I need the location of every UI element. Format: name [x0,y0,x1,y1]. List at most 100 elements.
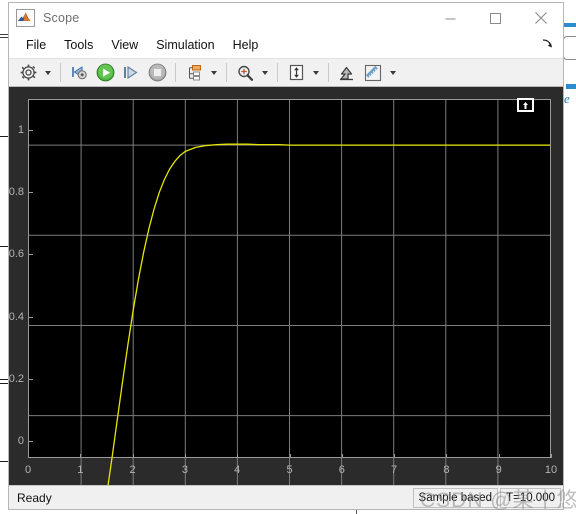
y-axis-tick-mark [29,130,33,132]
signal-selection-caret[interactable] [207,60,221,85]
zoom-in-icon [238,65,254,81]
background-line [0,37,8,38]
legend-button[interactable] [334,60,360,85]
scope-display[interactable]: 0 1 2 3 4 5 6 7 8 9 10 0 0.2 0.4 0.6 0.8 1 [9,87,563,485]
signal-plot [29,100,550,485]
toolbar-separator [226,63,227,82]
signal-selection-button[interactable] [181,60,207,85]
title-bar: Scope [9,3,563,33]
measurements-button[interactable] [360,60,386,85]
x-axis-tick-label: 2 [129,464,136,476]
toolbar-separator [328,63,329,82]
undock-arrow-icon[interactable] [541,37,555,51]
cursor-arrow-icon [522,101,528,109]
scope-window: Scope File Tools View Simulation Help 0 … [8,2,564,510]
y-axis-tick-label: 0.8 [9,186,24,199]
plot-axes[interactable] [28,99,551,458]
menu-file[interactable]: File [17,35,55,55]
maximize-button[interactable] [473,3,518,33]
matlab-scope-icon [16,9,35,27]
step-forward-icon [124,65,138,80]
autoscale-icon [289,64,303,81]
chevron-down-icon [313,70,319,75]
background-line [0,34,8,35]
status-sample-mode: Sample based [412,488,499,508]
x-axis-tick-mark [394,454,396,458]
status-state: Ready [17,490,52,505]
y-axis-tick-label: 0.6 [9,248,24,261]
signal-hierarchy-icon [189,65,201,81]
y-axis-tick-mark [29,440,33,442]
x-axis-tick-mark [184,454,186,458]
y-axis-tick-label: 0 [17,434,24,447]
scope-cursor-marker[interactable] [516,98,534,112]
y-axis-tick-mark [29,254,33,256]
status-bar: Ready Sample based T=10.000 [9,485,563,509]
y-axis-tick-label: 0.2 [9,372,24,385]
y-axis-tick-mark [29,378,33,380]
toolbar-separator [60,63,61,82]
run-button[interactable] [92,60,118,85]
stop-button[interactable] [144,60,170,85]
x-axis-tick-mark [80,454,82,458]
simulate-stepping-options-button[interactable] [66,60,92,85]
legend-icon [340,66,353,80]
autoscale-caret[interactable] [309,60,323,85]
background-rounded-rect [563,36,576,60]
chevron-down-icon [262,70,268,75]
step-forward-button[interactable] [118,60,144,85]
screenshot-root: e Scope File Tools View Simulation Help … [0,0,576,514]
menu-help[interactable]: Help [224,35,268,55]
background-blue-strip-mid [566,84,576,89]
x-axis-tick-label: 3 [181,464,188,476]
x-axis-tick-mark [498,454,500,458]
status-right-group: Sample based T=10.000 [411,488,561,508]
menu-view[interactable]: View [102,35,147,55]
status-time: T=10.000 [500,488,561,508]
configuration-properties-caret[interactable] [41,60,55,85]
x-axis-tick-mark [28,454,29,458]
play-icon [96,63,114,82]
configuration-properties-button[interactable] [15,60,41,85]
x-axis-tick-mark [446,454,448,458]
x-axis-tick-label: 1 [77,464,84,476]
zoom-button[interactable] [232,60,258,85]
toolbar-separator [175,63,176,82]
x-axis-tick-label: 4 [234,464,241,476]
chevron-down-icon [390,70,396,75]
x-axis-tick-label: 10 [544,464,558,476]
x-axis-tick-label: 9 [495,464,502,476]
menu-bar: File Tools View Simulation Help [9,33,563,58]
x-axis-tick-label: 5 [286,464,293,476]
chevron-down-icon [45,70,51,75]
chevron-down-icon [211,70,217,75]
y-axis-tick-label: 1 [17,124,24,137]
x-axis-tick-mark [341,454,343,458]
autoscale-button[interactable] [283,60,309,85]
x-axis-tick-mark [289,454,291,458]
gear-icon [20,64,36,81]
y-axis-tick-mark [29,316,33,318]
close-button[interactable] [518,3,563,33]
stop-icon [148,63,166,82]
minimize-button[interactable] [428,3,473,33]
x-axis-tick-label: 7 [391,464,398,476]
step-back-to-start-icon [72,66,87,80]
toolbar [9,58,563,87]
y-axis-tick-mark [29,192,33,194]
menu-simulation[interactable]: Simulation [147,35,223,55]
toolbar-separator [277,63,278,82]
menu-tools[interactable]: Tools [55,35,102,55]
measurements-caret[interactable] [386,60,400,85]
y-axis-tick-label: 0.4 [9,310,24,323]
x-axis-tick-label: 0 [24,464,32,476]
x-axis-tick-label: 8 [443,464,450,476]
background-blue-strip-top [564,23,576,27]
ruler-icon [364,64,382,81]
x-axis-tick-mark [237,454,239,458]
x-axis-tick-mark [132,454,134,458]
x-axis-tick-label: 6 [338,464,345,476]
window-controls [428,3,563,33]
zoom-caret[interactable] [258,60,272,85]
browser-e-icon: e [564,91,570,106]
